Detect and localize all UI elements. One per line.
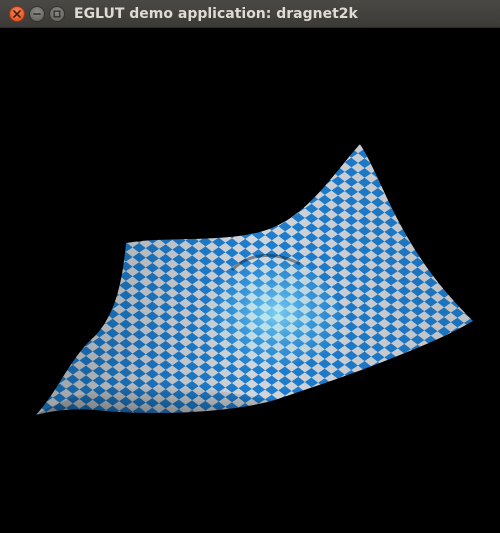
close-icon [13,10,21,18]
close-button[interactable] [9,6,25,22]
rendered-surface [36,144,473,415]
minimize-icon [33,13,41,15]
maximize-icon [53,10,61,18]
minimize-button[interactable] [29,6,45,22]
title-bar[interactable]: EGLUT demo application: dragnet2k [0,0,500,28]
gl-canvas[interactable] [0,28,500,528]
app-window: EGLUT demo application: dragnet2k [0,0,500,528]
window-title: EGLUT demo application: dragnet2k [74,6,358,22]
maximize-button[interactable] [49,6,65,22]
